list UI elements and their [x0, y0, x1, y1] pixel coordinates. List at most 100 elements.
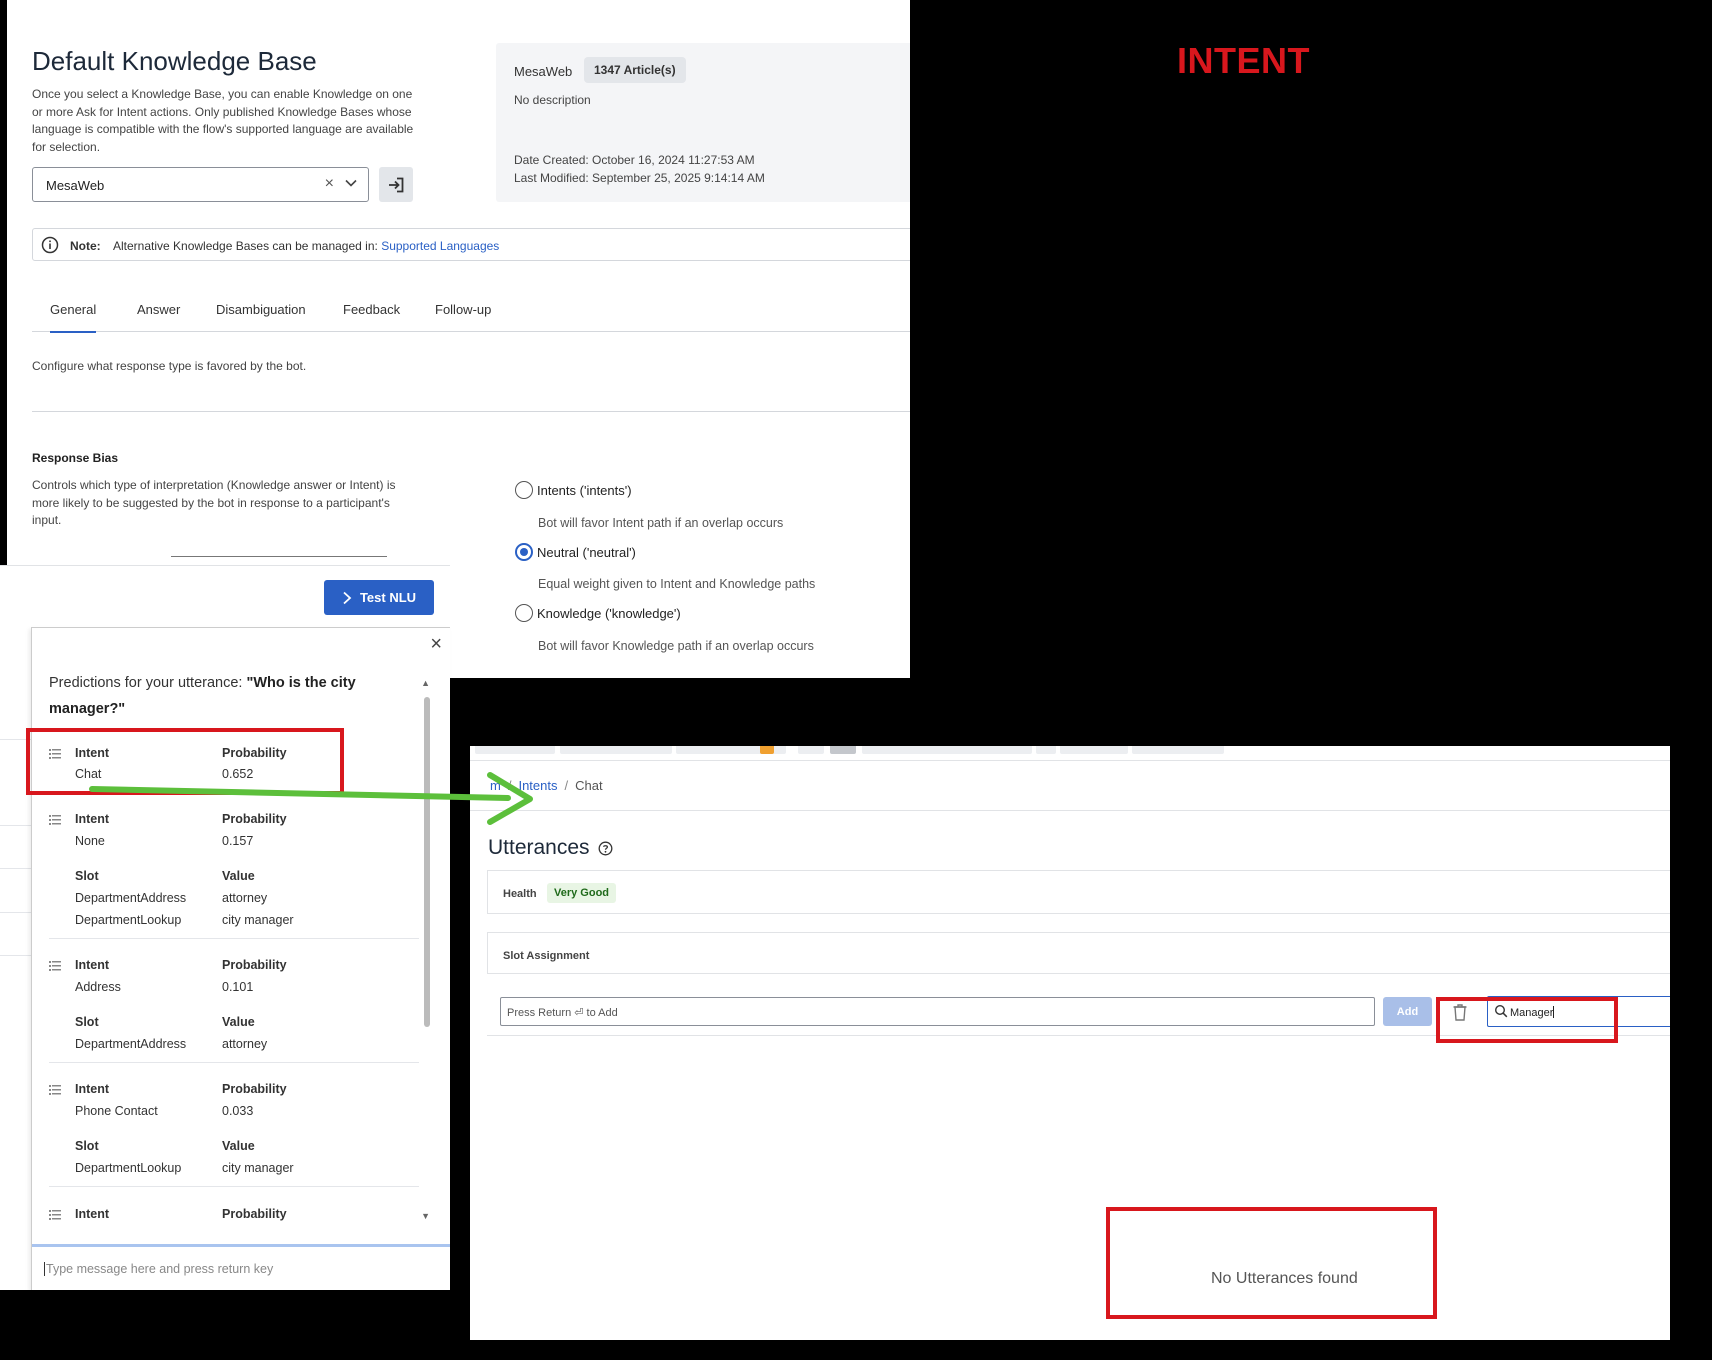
add-utterance-placeholder: Press Return ⏎ to Add: [507, 1007, 618, 1019]
slot-label: Slot: [75, 869, 99, 883]
test-nlu-label: Test NLU: [359, 590, 417, 605]
radio-neutral[interactable]: Neutral ('neutral'): [515, 543, 636, 561]
close-icon[interactable]: ×: [325, 175, 334, 193]
list-icon: [49, 815, 61, 825]
tab-disambiguation[interactable]: Disambiguation: [216, 302, 306, 317]
divider: [470, 810, 1670, 811]
message-input-placeholder: Type message here and press return key: [44, 1262, 274, 1276]
intent-label: Intent: [75, 812, 110, 826]
test-nlu-button[interactable]: Test NLU: [324, 580, 434, 615]
add-button[interactable]: Add: [1383, 997, 1432, 1026]
value-label: Value: [222, 869, 255, 883]
toolbar-tab[interactable]: [798, 746, 824, 754]
radio-button[interactable]: [515, 604, 533, 622]
breadcrumb: m / Intents / Chat: [490, 778, 603, 793]
tab-general[interactable]: General: [50, 302, 97, 333]
probability-value: 0.033: [222, 1104, 254, 1118]
health-label: Health: [503, 888, 537, 900]
kb-info-description: No description: [514, 93, 591, 107]
kb-title: Default Knowledge Base: [32, 46, 317, 76]
config-description: Configure what response type is favored …: [32, 359, 307, 373]
predictions-heading-prefix: Predictions for your utterance:: [49, 675, 247, 691]
chevron-right-icon: [343, 591, 352, 604]
divider: [49, 1062, 419, 1063]
scroll-down-icon[interactable]: ▼: [421, 1211, 430, 1221]
open-kb-button[interactable]: [379, 167, 413, 202]
intent-label: Intent: [75, 1082, 110, 1096]
toolbar-tab[interactable]: [560, 746, 672, 754]
list-icon: [49, 1210, 61, 1220]
slot-label: Slot: [75, 1139, 99, 1153]
divider: [0, 868, 32, 869]
highlight-box-empty: [1106, 1207, 1437, 1319]
kb-note: Note: Alternative Knowledge Bases can be…: [32, 228, 910, 261]
value-label: Value: [222, 1139, 255, 1153]
slot-value: attorney: [222, 1037, 268, 1051]
radio-label: Intents ('intents'): [537, 482, 632, 498]
response-bias-description: Controls which type of interpretation (K…: [32, 478, 396, 527]
supported-languages-link[interactable]: Supported Languages: [381, 239, 499, 253]
health-card: Health Very Good: [487, 870, 1670, 914]
toolbar-tab[interactable]: [830, 746, 856, 754]
radio-intents[interactable]: Intents ('intents'): [515, 481, 632, 499]
message-input[interactable]: Type message here and press return key: [32, 1244, 450, 1290]
slot-name: DepartmentLookup: [75, 913, 182, 927]
toolbar-tab[interactable]: [1132, 746, 1224, 754]
slot-value: city manager: [222, 1161, 294, 1175]
breadcrumb-separator: /: [564, 778, 569, 793]
kb-description: Once you select a Knowledge Base, you ca…: [32, 87, 414, 154]
response-bias-title: Response Bias: [32, 451, 119, 465]
breadcrumb-intents[interactable]: Intents: [518, 778, 557, 793]
breadcrumb-home[interactable]: m: [490, 778, 501, 793]
divider: [0, 912, 32, 913]
radio-label: Knowledge ('knowledge'): [537, 605, 681, 621]
kb-select[interactable]: MesaWeb ×: [32, 167, 369, 202]
toolbar-tab[interactable]: [862, 746, 1032, 754]
probability-label: Probability: [222, 812, 287, 826]
divider: [0, 825, 32, 826]
add-utterance-input[interactable]: Press Return ⏎ to Add: [500, 997, 1375, 1026]
help-circle-icon[interactable]: [598, 841, 613, 856]
chevron-down-icon[interactable]: [344, 176, 358, 190]
kb-tabs: General Answer Disambiguation Feedback F…: [32, 294, 910, 333]
slot-name: DepartmentAddress: [75, 891, 187, 905]
toolbar-tab[interactable]: [1060, 746, 1128, 754]
probability-label: Probability: [222, 1082, 287, 1096]
list-icon: [49, 1085, 61, 1095]
note-label: Note:: [70, 239, 101, 253]
toolbar-tab[interactable]: [1036, 746, 1056, 754]
health-badge: Very Good: [547, 883, 617, 903]
article-count-badge: 1347 Article(s): [584, 57, 686, 83]
probability-label: Probability: [222, 958, 287, 972]
scroll-up-icon[interactable]: ▲: [421, 678, 430, 688]
kb-select-value: MesaWeb: [46, 178, 105, 193]
kb-info-card: MesaWeb 1347 Article(s) No description D…: [496, 43, 910, 202]
divider: [171, 556, 387, 557]
highlight-box-search: [1436, 997, 1618, 1043]
probability-value: 0.101: [222, 980, 254, 994]
radio-knowledge[interactable]: Knowledge ('knowledge'): [515, 604, 681, 622]
page-title: Utterances: [488, 836, 613, 860]
slot-assignment-label: Slot Assignment: [503, 950, 590, 962]
slot-assignment-card[interactable]: Slot Assignment: [487, 932, 1670, 974]
kb-date-created: Date Created: October 16, 2024 11:27:53 …: [514, 153, 755, 167]
kb-last-modified: Last Modified: September 25, 2025 9:14:1…: [514, 171, 765, 185]
probability-value: 0.157: [222, 834, 254, 848]
slot-value: city manager: [222, 913, 294, 927]
radio-help: Bot will favor Knowledge path if an over…: [538, 639, 814, 653]
divider: [49, 1186, 419, 1187]
radio-button-checked[interactable]: [515, 543, 533, 561]
info-icon: [41, 236, 59, 254]
scrollbar[interactable]: [424, 697, 430, 1027]
radio-help: Bot will favor Intent path if an overlap…: [538, 516, 784, 530]
radio-help: Equal weight given to Intent and Knowled…: [538, 577, 816, 591]
utterances-panel: m / Intents / Chat Utterances Health Very Go…: [470, 746, 1670, 1340]
close-icon[interactable]: ×: [430, 634, 442, 654]
intent-label: Intent: [75, 958, 110, 972]
note-text-body: Alternative Knowledge Bases can be manag…: [113, 239, 378, 253]
tab-answer[interactable]: Answer: [137, 302, 180, 317]
radio-button[interactable]: [515, 481, 533, 499]
tab-follow-up[interactable]: Follow-up: [435, 302, 491, 317]
toolbar-tab[interactable]: [475, 746, 555, 754]
tab-feedback[interactable]: Feedback: [343, 302, 400, 317]
